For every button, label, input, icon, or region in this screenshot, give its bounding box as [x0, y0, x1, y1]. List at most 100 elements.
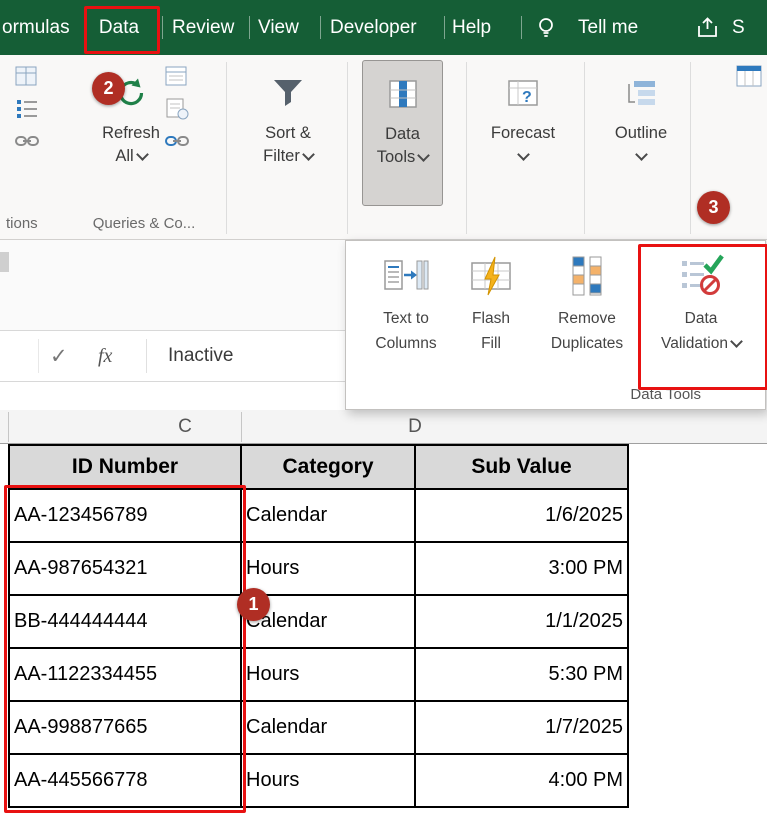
divider	[146, 339, 147, 373]
group-label-queries: Queries & Co...	[72, 215, 216, 232]
data-tools-label-2: Tools	[377, 148, 416, 166]
table-header-cell[interactable]: Category	[241, 445, 415, 489]
step-1-badge: 1	[237, 588, 270, 621]
chevron-down-icon	[517, 148, 530, 161]
refresh-all-label-1: Refresh	[102, 122, 160, 145]
queries-list-icon[interactable]	[164, 64, 190, 90]
remove-duplicates-label-1: Remove	[558, 308, 616, 329]
table-cell[interactable]: AA-1122334455	[9, 648, 241, 701]
tab-data[interactable]: Data	[86, 0, 152, 55]
table-cell[interactable]: Hours	[241, 542, 415, 595]
table-row: AA-445566778 Hours 4:00 PM	[9, 754, 628, 807]
table-cell[interactable]: BB-444444444	[9, 595, 241, 648]
forecast-label: Forecast	[491, 122, 555, 145]
group-divider	[226, 62, 227, 234]
sheet-icon-partial[interactable]	[736, 64, 764, 90]
table-row: AA-987654321 Hours 3:00 PM	[9, 542, 628, 595]
tell-me-button[interactable]: Tell me	[578, 0, 638, 55]
tab-view[interactable]: View	[258, 0, 299, 55]
tab-divider	[162, 16, 163, 39]
tab-divider	[249, 16, 250, 39]
flash-fill-label-2: Fill	[481, 333, 501, 354]
remove-duplicates-icon	[564, 253, 610, 304]
step-3-badge: 3	[697, 191, 730, 224]
link-icon[interactable]	[14, 128, 40, 154]
enter-check-icon[interactable]: ✓	[50, 331, 68, 381]
funnel-icon	[271, 76, 305, 122]
column-header-c[interactable]: C	[170, 410, 200, 443]
outline-label: Outline	[615, 122, 667, 145]
tab-review[interactable]: Review	[172, 0, 234, 55]
forecast-button[interactable]: ? Forecast	[484, 60, 562, 206]
group-divider	[690, 62, 691, 234]
formula-bar-value[interactable]: Inactive	[168, 331, 233, 381]
data-tools-label-1: Data	[385, 123, 420, 146]
table-row: AA-123456789 Calendar 1/6/2025	[9, 489, 628, 542]
text-to-columns-button[interactable]: Text to Columns	[363, 253, 449, 354]
tab-developer[interactable]: Developer	[330, 0, 417, 55]
table-cell[interactable]: AA-445566778	[9, 754, 241, 807]
data-validation-label-1: Data	[685, 308, 718, 329]
share-label-partial[interactable]: S	[732, 0, 745, 55]
outline-button[interactable]: Outline	[602, 60, 680, 206]
sort-filter-label-2: Filter	[263, 147, 300, 165]
sort-filter-label-1: Sort &	[265, 122, 311, 145]
excel-window: ormulas Data Review View Developer Help …	[0, 0, 767, 817]
insert-function-fx-icon[interactable]: fx	[98, 331, 112, 381]
table-cell[interactable]: Calendar	[241, 489, 415, 542]
group-label-connections-partial: tions	[6, 215, 38, 232]
lightbulb-icon[interactable]	[534, 15, 558, 46]
group-divider	[347, 62, 348, 234]
data-tools-button[interactable]: Data Tools	[362, 60, 443, 206]
table-cell[interactable]: 1/6/2025	[415, 489, 628, 542]
data-validation-icon	[678, 253, 724, 304]
table-arrow-icon[interactable]	[14, 64, 40, 90]
table-cell[interactable]: AA-998877665	[9, 701, 241, 754]
gridline	[8, 412, 9, 442]
share-icon[interactable]	[694, 15, 721, 45]
name-box-partial[interactable]	[0, 252, 9, 272]
table-cell[interactable]: 1/1/2025	[415, 595, 628, 648]
table-cell[interactable]: 5:30 PM	[415, 648, 628, 701]
step-2-badge: 2	[92, 72, 125, 105]
tab-divider	[521, 16, 522, 39]
ribbon-tab-bar: ormulas Data Review View Developer Help …	[0, 0, 767, 55]
table-cell[interactable]: Hours	[241, 754, 415, 807]
gridline	[241, 412, 242, 442]
table-header-cell[interactable]: Sub Value	[415, 445, 628, 489]
table-cell[interactable]: 1/7/2025	[415, 701, 628, 754]
chevron-down-icon	[136, 148, 149, 161]
tab-formulas-partial[interactable]: ormulas	[2, 0, 70, 55]
edit-links-icon[interactable]	[164, 128, 190, 154]
data-tools-dropdown: Text to Columns Flash Fill Remove Duplic…	[345, 240, 766, 410]
outline-icon	[624, 76, 658, 122]
table-cell[interactable]: AA-123456789	[9, 489, 241, 542]
chevron-down-icon	[635, 148, 648, 161]
flash-fill-icon	[468, 253, 514, 304]
tab-divider	[320, 16, 321, 39]
column-header-d[interactable]: D	[400, 410, 430, 443]
svg-text:?: ?	[522, 89, 532, 106]
table-cell[interactable]: 4:00 PM	[415, 754, 628, 807]
remove-duplicates-label-2: Duplicates	[551, 333, 623, 354]
text-to-columns-label-2: Columns	[375, 333, 436, 354]
table-row: AA-1122334455 Hours 5:30 PM	[9, 648, 628, 701]
sort-filter-button[interactable]: Sort & Filter	[250, 60, 326, 206]
table-cell[interactable]: 3:00 PM	[415, 542, 628, 595]
table-cell[interactable]: AA-987654321	[9, 542, 241, 595]
chevron-down-icon	[417, 149, 430, 162]
table-header-cell[interactable]: ID Number	[9, 445, 241, 489]
refresh-all-label-2: All	[115, 147, 133, 165]
table-cell[interactable]: Calendar	[241, 701, 415, 754]
table-row: AA-998877665 Calendar 1/7/2025	[9, 701, 628, 754]
chevron-down-icon	[302, 148, 315, 161]
tab-help[interactable]: Help	[452, 0, 491, 55]
list-icon[interactable]	[14, 96, 40, 122]
data-tools-icon	[386, 77, 420, 123]
table-cell[interactable]: Hours	[241, 648, 415, 701]
data-validation-button[interactable]: Data Validation	[658, 253, 744, 354]
flash-fill-button[interactable]: Flash Fill	[448, 253, 534, 354]
remove-duplicates-button[interactable]: Remove Duplicates	[544, 253, 630, 354]
group-divider	[466, 62, 467, 234]
properties-icon[interactable]	[164, 96, 190, 122]
